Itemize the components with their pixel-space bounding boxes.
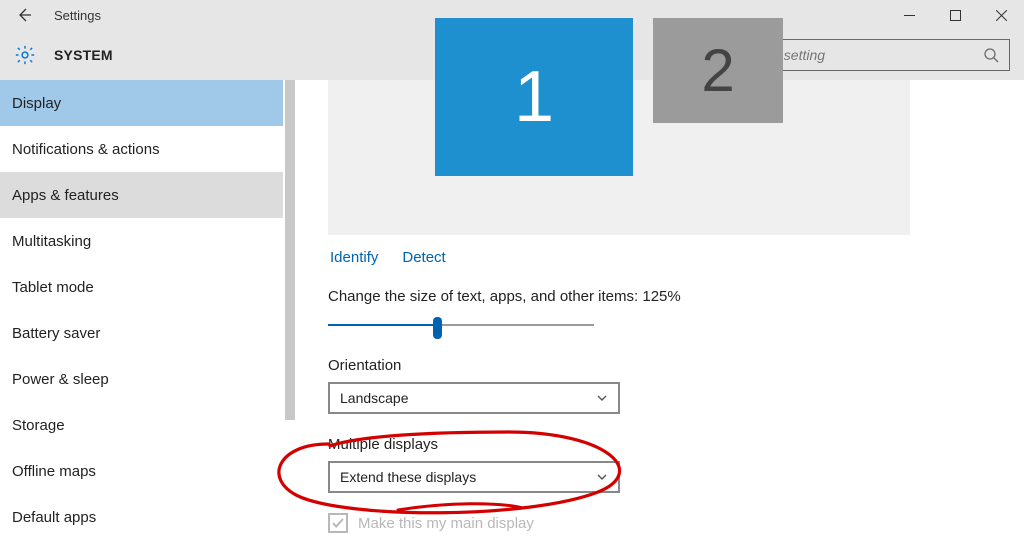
sidebar-item-label: Offline maps [12,463,96,480]
sidebar-item-multitasking[interactable]: Multitasking [0,218,297,264]
chevron-down-icon [596,471,608,483]
sidebar: Display Notifications & actions Apps & f… [0,80,298,554]
sidebar-scrollbar[interactable] [283,80,297,554]
sidebar-item-apps[interactable]: Apps & features [0,172,297,218]
arrow-left-icon [15,6,33,24]
close-button[interactable] [978,0,1024,30]
sidebar-item-label: Tablet mode [12,279,94,296]
display-tile-2[interactable]: 2 [653,18,783,123]
search-icon [983,47,999,63]
main-panel: 1 2 Identify Detect Change the size of t… [298,80,1024,554]
main-display-checkbox-row: Make this my main display [328,513,1024,533]
sidebar-item-storage[interactable]: Storage [0,402,297,448]
sidebar-item-label: Notifications & actions [12,141,160,158]
gear-icon [14,44,36,66]
multiple-displays-value: Extend these displays [340,469,476,485]
sidebar-item-label: Default apps [12,509,96,526]
slider-fill [328,324,438,326]
main-display-label: Make this my main display [358,515,534,532]
scaling-label: Change the size of text, apps, and other… [328,288,1024,305]
sidebar-item-label: Storage [12,417,65,434]
minimize-icon [904,10,915,21]
identify-link[interactable]: Identify [330,249,378,266]
sidebar-item-default-apps[interactable]: Default apps [0,494,297,540]
display-tile-1[interactable]: 1 [435,18,633,176]
sidebar-item-offline-maps[interactable]: Offline maps [0,448,297,494]
sidebar-scroll-thumb[interactable] [285,80,295,420]
sidebar-item-battery-saver[interactable]: Battery saver [0,310,297,356]
maximize-button[interactable] [932,0,978,30]
orientation-select[interactable]: Landscape [328,382,620,414]
orientation-value: Landscape [340,390,409,406]
minimize-button[interactable] [886,0,932,30]
scaling-slider[interactable] [328,315,596,335]
sidebar-item-display[interactable]: Display [0,80,297,126]
sidebar-item-label: Battery saver [12,325,100,342]
multiple-displays-select[interactable]: Extend these displays [328,461,620,493]
sidebar-item-notifications[interactable]: Notifications & actions [0,126,297,172]
sidebar-item-label: Apps & features [12,187,119,204]
orientation-label: Orientation [328,357,1024,374]
close-icon [996,10,1007,21]
main-display-checkbox [328,513,348,533]
display-arrangement-area[interactable]: 1 2 [328,80,910,235]
section-title: SYSTEM [54,47,113,63]
sidebar-item-power-sleep[interactable]: Power & sleep [0,356,297,402]
back-button[interactable] [0,0,48,30]
maximize-icon [950,10,961,21]
sidebar-item-label: Power & sleep [12,371,109,388]
display-number: 1 [514,56,554,138]
sidebar-item-label: Display [12,95,61,112]
sidebar-item-tablet-mode[interactable]: Tablet mode [0,264,297,310]
display-number: 2 [701,36,734,105]
detect-link[interactable]: Detect [402,249,445,266]
chevron-down-icon [596,392,608,404]
slider-thumb[interactable] [433,317,442,339]
multiple-displays-label: Multiple displays [328,436,1024,453]
sidebar-item-label: Multitasking [12,233,91,250]
check-icon [331,516,345,530]
window-title: Settings [54,8,101,23]
